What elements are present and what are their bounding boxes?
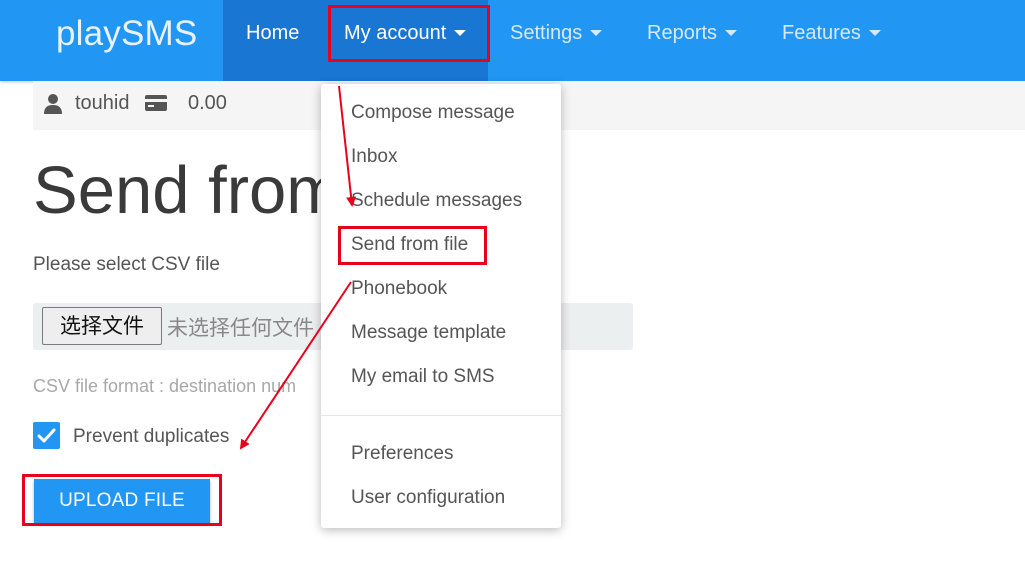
caret-down-icon (590, 29, 603, 36)
menu-item-inbox[interactable]: Inbox (351, 146, 397, 168)
menu-item-phonebook[interactable]: Phonebook (351, 278, 447, 300)
nav-reports-label: Reports (647, 22, 718, 44)
menu-item-compose-message[interactable]: Compose message (351, 102, 515, 124)
nav-home[interactable]: Home (223, 0, 323, 81)
username-text[interactable]: touhid (75, 92, 130, 115)
nav-reports[interactable]: Reports (647, 0, 738, 81)
menu-item-schedule-messages[interactable]: Schedule messages (351, 190, 522, 212)
user-icon (44, 94, 62, 114)
brand-logo[interactable]: playSMS (56, 14, 197, 54)
file-status-text: 未选择任何文件 (167, 316, 314, 340)
prevent-duplicates-checkbox[interactable] (33, 422, 60, 449)
csv-file-label: Please select CSV file (33, 254, 220, 275)
prevent-duplicates-label[interactable]: Prevent duplicates (73, 426, 229, 448)
highlight-send-from-file (338, 226, 487, 265)
menu-item-user-configuration[interactable]: User configuration (351, 487, 505, 509)
credit-card-icon (145, 95, 167, 111)
nav-home-label: Home (246, 22, 300, 44)
nav-features[interactable]: Features (782, 0, 881, 81)
top-navbar: playSMS Home My account Settings Reports… (0, 0, 1025, 81)
menu-divider (321, 415, 561, 416)
menu-item-message-template[interactable]: Message template (351, 322, 506, 344)
credit-balance-text[interactable]: 0.00 (188, 92, 227, 115)
highlight-upload-file (22, 474, 222, 526)
csv-format-hint: CSV file format : destination num (33, 376, 297, 396)
menu-item-my-email-to-sms[interactable]: My email to SMS (351, 366, 495, 388)
menu-item-preferences[interactable]: Preferences (351, 443, 453, 465)
checkmark-icon (37, 428, 56, 443)
choose-file-button[interactable]: 选择文件 (42, 307, 162, 345)
caret-down-icon (725, 29, 738, 36)
nav-features-label: Features (782, 22, 861, 44)
my-account-dropdown-menu: Compose message Inbox Schedule messages … (321, 84, 561, 528)
page-title: Send from (33, 153, 343, 228)
nav-settings-label: Settings (510, 22, 583, 44)
caret-down-icon (868, 29, 881, 36)
nav-settings[interactable]: Settings (510, 0, 603, 81)
highlight-my-account (328, 5, 490, 62)
